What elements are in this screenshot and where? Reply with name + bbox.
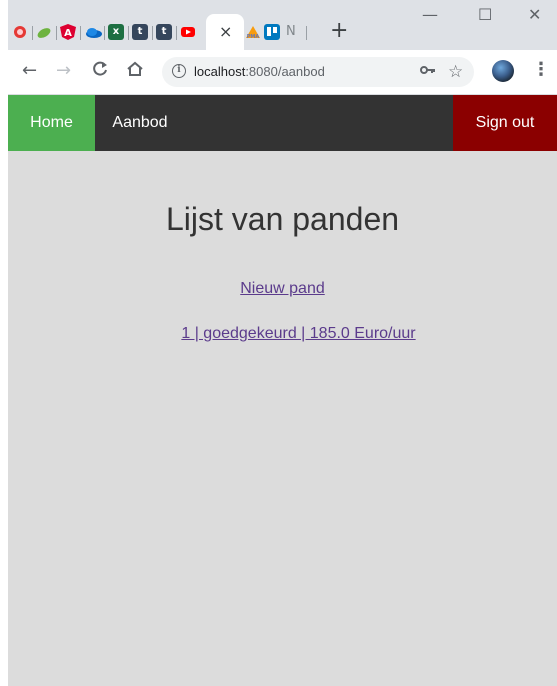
minimize-icon[interactable]: — xyxy=(422,6,438,24)
excel-icon[interactable]: x xyxy=(108,24,124,40)
record-icon[interactable] xyxy=(12,24,28,40)
list-item[interactable]: 1 | goedgekeurd | 185.0 Euro/uur xyxy=(8,325,557,343)
forward-icon[interactable]: → xyxy=(56,61,71,81)
new-tab-button[interactable]: + xyxy=(330,19,348,43)
tab-divider xyxy=(80,26,81,40)
url-text[interactable]: localhost:8080/aanbod xyxy=(194,64,325,79)
tab-divider xyxy=(176,26,177,40)
pand-item-link[interactable]: 1 | goedgekeurd | 185.0 Euro/uur xyxy=(149,325,415,342)
nav-aanbod-link[interactable]: Aanbod xyxy=(95,95,185,151)
menu-dots-icon[interactable]: ⋮ xyxy=(532,60,550,80)
tab-divider xyxy=(152,26,153,40)
angular-icon[interactable]: A xyxy=(60,24,76,40)
tab-divider xyxy=(104,26,105,40)
tumblr-icon[interactable]: t xyxy=(156,24,172,40)
tab-strip: A x t t × PMA N + — ☐ ✕ xyxy=(8,0,557,50)
partial-tab-label[interactable]: N xyxy=(286,24,296,39)
reload-icon[interactable] xyxy=(92,61,108,82)
back-icon[interactable]: ← xyxy=(22,61,37,81)
avatar[interactable] xyxy=(492,60,514,82)
site-info-icon[interactable]: i xyxy=(172,64,186,78)
site-navbar: Home Aanbod Sign out xyxy=(8,95,557,151)
new-pand-link[interactable]: Nieuw pand xyxy=(8,280,557,298)
youtube-icon[interactable] xyxy=(180,24,196,40)
tab-divider xyxy=(56,26,57,40)
close-tab-icon[interactable]: × xyxy=(219,23,232,41)
bookmark-star-icon[interactable]: ☆ xyxy=(448,62,463,82)
maximize-icon[interactable]: ☐ xyxy=(478,6,492,24)
close-window-icon[interactable]: ✕ xyxy=(528,6,541,24)
main-content: Lijst van panden Nieuw pand 1 | goedgeke… xyxy=(8,151,557,686)
nav-home-link[interactable]: Home xyxy=(8,95,95,151)
address-bar[interactable]: i localhost:8080/aanbod ☆ xyxy=(162,57,474,87)
trello-icon[interactable] xyxy=(264,24,280,40)
tab-divider xyxy=(128,26,129,40)
key-icon[interactable] xyxy=(420,63,436,81)
tumblr-icon[interactable]: t xyxy=(132,24,148,40)
tab-divider xyxy=(306,26,307,40)
svg-text:PMA: PMA xyxy=(247,34,260,40)
tab-divider xyxy=(32,26,33,40)
phpmyadmin-icon[interactable]: PMA xyxy=(244,24,260,40)
browser-toolbar: ← → i localhost:8080/aanbod ☆ ⋮ xyxy=(8,50,557,95)
sign-out-button[interactable]: Sign out xyxy=(453,95,557,151)
browser-window: A x t t × PMA N + — ☐ ✕ ← → i localhost:… xyxy=(8,0,557,686)
home-icon[interactable] xyxy=(126,61,144,82)
onedrive-icon[interactable] xyxy=(84,24,102,40)
page-title: Lijst van panden xyxy=(165,201,400,237)
svg-text:A: A xyxy=(64,28,72,39)
leaf-icon[interactable] xyxy=(36,24,52,40)
